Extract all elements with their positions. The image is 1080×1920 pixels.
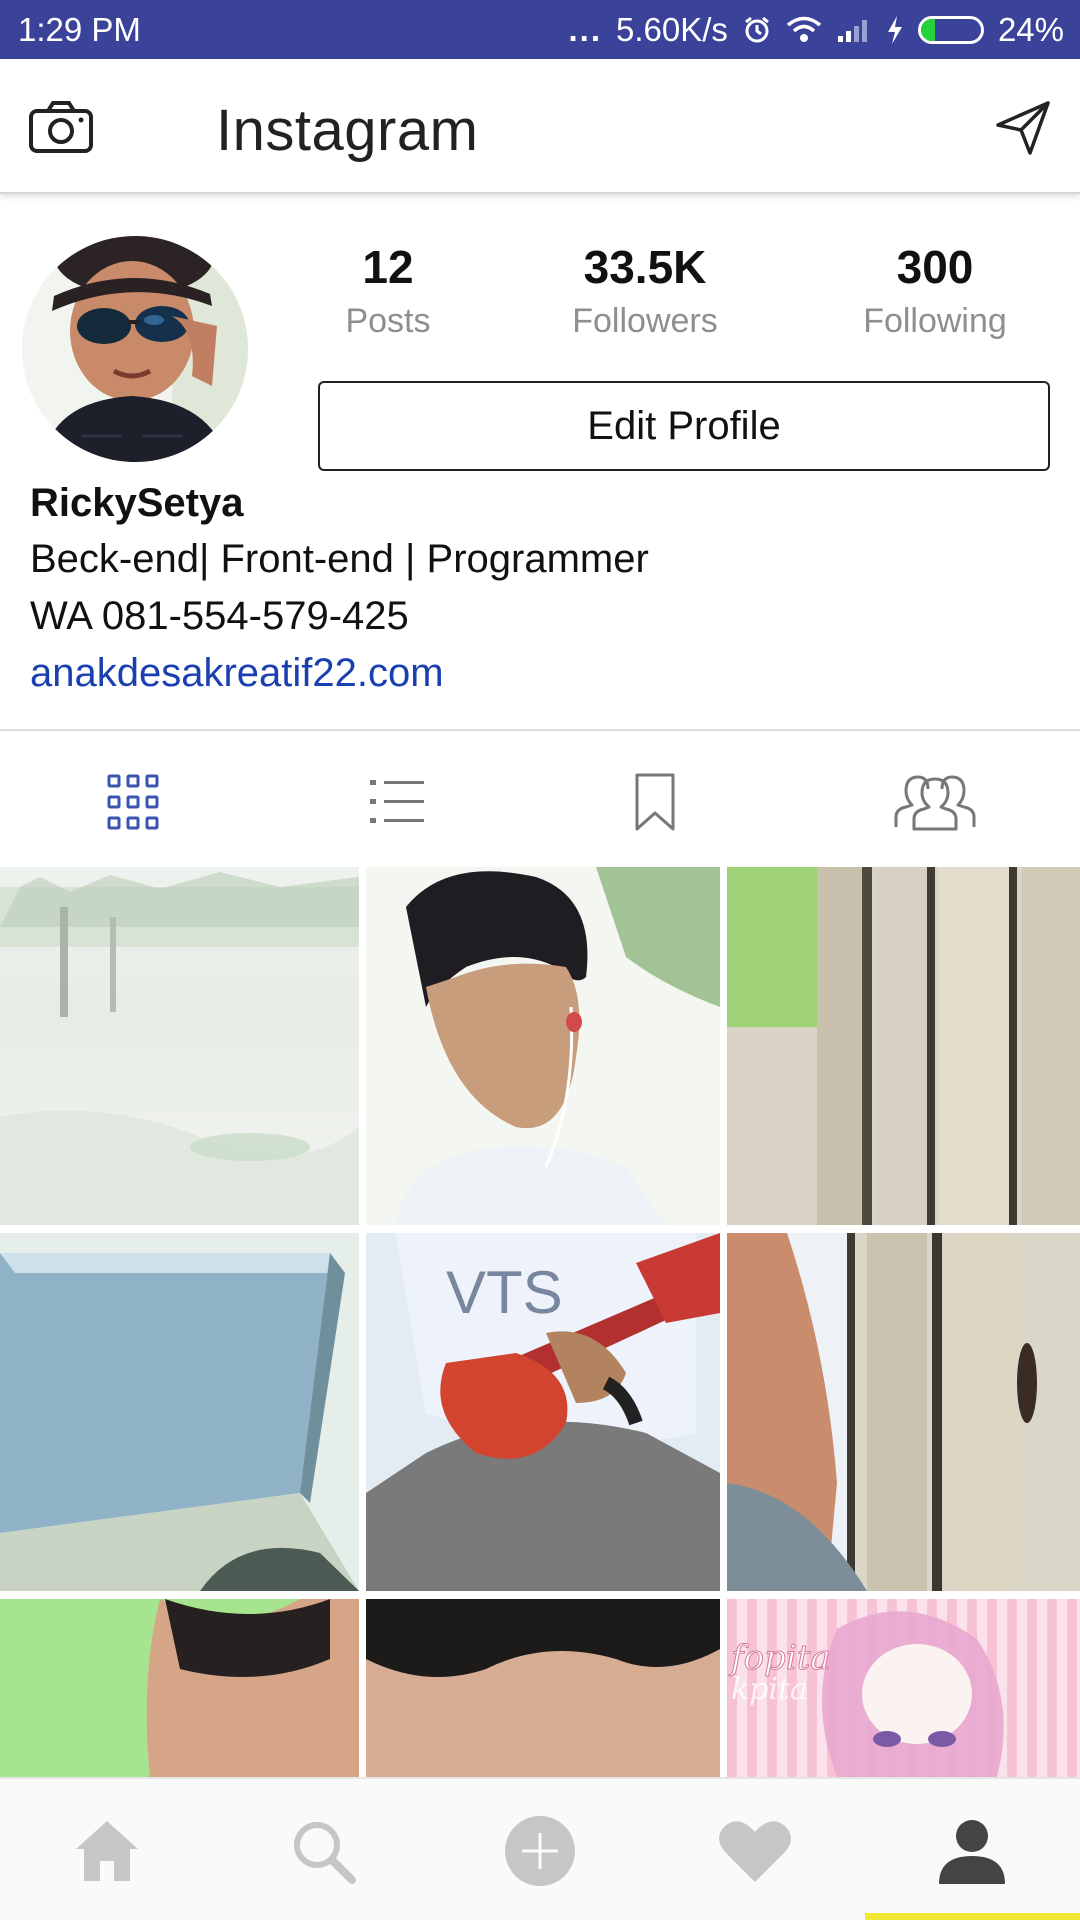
progress-strip — [865, 1913, 1080, 1920]
posts-stat[interactable]: 12 Posts — [288, 240, 488, 341]
posts-label: Posts — [345, 302, 431, 340]
bio-line: Beck-end| Front-end | Programmer — [30, 537, 649, 581]
grid-photo[interactable] — [366, 867, 720, 1225]
app-title: Instagram — [216, 98, 479, 163]
tagged-people-icon[interactable] — [885, 762, 985, 842]
grid-photo[interactable] — [0, 1599, 359, 1777]
following-count: 300 — [896, 241, 974, 293]
profile-stats: 12 Posts 33.5K Followers 300 Following — [318, 240, 1048, 350]
alarm-icon — [742, 15, 772, 45]
camera-icon[interactable] — [28, 99, 94, 155]
status-time: 1:29 PM — [18, 10, 141, 48]
search-icon[interactable] — [278, 1809, 368, 1893]
edit-profile-button[interactable]: Edit Profile — [318, 381, 1050, 471]
profile-icon[interactable] — [927, 1809, 1017, 1893]
home-icon[interactable] — [62, 1809, 152, 1893]
followers-count: 33.5K — [583, 241, 707, 293]
section-divider — [0, 729, 1080, 731]
status-right: ... 5.60K/s 24% — [569, 11, 1065, 49]
profile-tabs — [0, 732, 1080, 868]
direct-send-icon[interactable] — [994, 99, 1052, 157]
charging-icon — [886, 15, 904, 45]
status-dots: ... — [568, 10, 603, 48]
followers-stat[interactable]: 33.5K Followers — [545, 240, 745, 341]
followers-label: Followers — [572, 302, 718, 340]
bottom-navigation — [0, 1777, 1080, 1920]
website-link[interactable]: anakdesakreatif22.com — [30, 645, 1030, 702]
grid-photo[interactable] — [0, 1233, 359, 1591]
svg-text:VTS: VTS — [446, 1259, 563, 1326]
pink-tile-text: kpita — [731, 1672, 808, 1707]
status-bar: 1:29 PM ... 5.60K/s 24% — [0, 0, 1080, 59]
bio-line: WA 081-554-579-425 — [30, 594, 409, 638]
grid-view-icon[interactable] — [88, 762, 178, 842]
grid-photo[interactable] — [0, 867, 359, 1225]
posts-count: 12 — [362, 241, 414, 293]
activity-heart-icon[interactable] — [710, 1809, 800, 1893]
wifi-icon — [786, 16, 822, 44]
signal-icon — [836, 16, 872, 44]
battery-icon — [917, 15, 984, 44]
avatar[interactable] — [22, 236, 248, 462]
grid-photo[interactable] — [727, 867, 1080, 1225]
following-stat[interactable]: 300 Following — [835, 240, 1035, 341]
grid-photo[interactable] — [727, 1233, 1080, 1591]
list-view-icon[interactable] — [352, 762, 442, 842]
username: RickySetya — [30, 481, 244, 525]
photo-grid: VTS fopita kpita — [0, 867, 1080, 1777]
profile-bio: RickySetya Beck-end| Front-end | Program… — [30, 475, 1030, 702]
grid-photo[interactable]: fopita kpita — [727, 1599, 1080, 1777]
grid-photo[interactable] — [366, 1599, 720, 1777]
app-bar: Instagram — [0, 59, 1080, 194]
grid-photo[interactable]: VTS — [366, 1233, 720, 1591]
saved-bookmark-icon[interactable] — [610, 762, 700, 842]
battery-percent: 24% — [997, 10, 1064, 48]
add-post-icon[interactable] — [495, 1809, 585, 1893]
following-label: Following — [863, 302, 1007, 340]
network-speed: 5.60K/s — [616, 10, 728, 48]
